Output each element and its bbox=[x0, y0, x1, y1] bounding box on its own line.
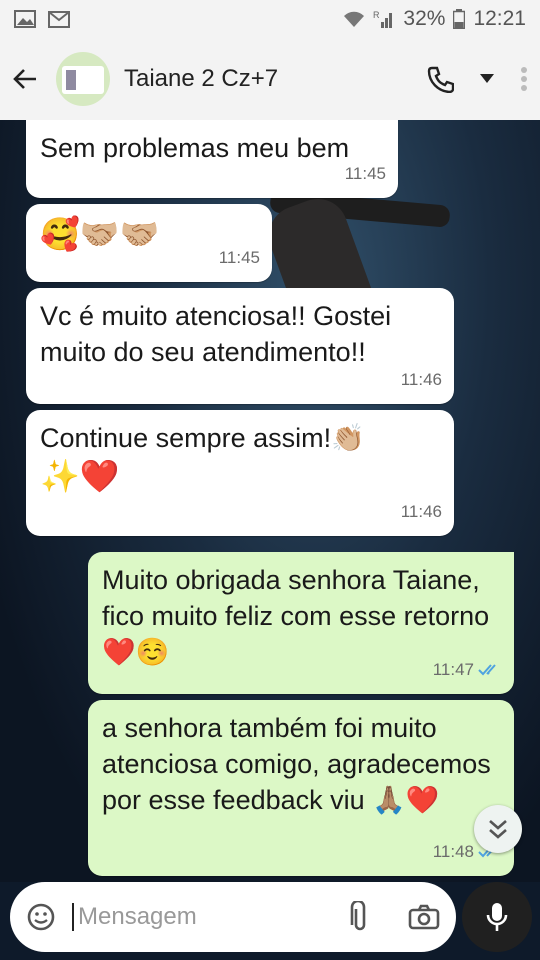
message-incoming[interactable]: Vc é muito atenciosa!! Gostei muito do s… bbox=[26, 288, 454, 404]
message-text: a senhora também foi muito atenciosa com… bbox=[102, 713, 491, 815]
more-options-icon[interactable] bbox=[520, 66, 528, 92]
wifi-icon bbox=[343, 10, 365, 28]
double-chevron-down-icon bbox=[488, 818, 508, 840]
read-ticks-icon bbox=[478, 663, 502, 677]
battery-icon bbox=[453, 9, 466, 29]
message-incoming[interactable]: Sem problemas meu bem 11:45 bbox=[26, 120, 398, 198]
message-time: 11:46 bbox=[400, 502, 442, 521]
message-time: 11:46 bbox=[400, 370, 442, 389]
message-time: 11:47 bbox=[432, 660, 474, 679]
voice-record-button[interactable] bbox=[462, 882, 532, 952]
message-composer bbox=[10, 882, 456, 952]
message-outgoing[interactable]: Muito obrigada senhora Taiane, fico muit… bbox=[88, 552, 514, 694]
scroll-to-bottom-button[interactable] bbox=[474, 805, 522, 853]
message-input[interactable] bbox=[72, 903, 312, 931]
camera-icon[interactable] bbox=[408, 904, 440, 930]
clock: 12:21 bbox=[473, 7, 526, 30]
message-time: 11:45 bbox=[218, 248, 260, 267]
status-bar: R 32% 12:21 bbox=[0, 0, 540, 38]
svg-text:R: R bbox=[373, 10, 380, 20]
back-arrow-icon[interactable] bbox=[12, 67, 38, 91]
signal-icon: R bbox=[373, 10, 395, 28]
message-outgoing[interactable]: a senhora também foi muito atenciosa com… bbox=[88, 700, 514, 876]
chat-area[interactable]: Sem problemas meu bem 11:45 🥰🤝🏼🤝🏼 11:45 … bbox=[0, 120, 540, 882]
contact-avatar[interactable] bbox=[56, 52, 110, 106]
message-text: Muito obrigada senhora Taiane, fico muit… bbox=[102, 565, 490, 667]
message-time: 11:48 bbox=[432, 842, 474, 861]
message-incoming[interactable]: Continue sempre assim!👏🏼 ✨❤️ 11:46 bbox=[26, 410, 454, 536]
message-text: Continue sempre assim!👏🏼 bbox=[40, 423, 365, 453]
gmail-notification-icon bbox=[48, 10, 70, 28]
gallery-notification-icon bbox=[14, 10, 36, 28]
message-text: Vc é muito atenciosa!! Gostei muito do s… bbox=[40, 301, 392, 367]
message-text: Sem problemas meu bem bbox=[40, 133, 350, 163]
battery-percent: 32% bbox=[403, 7, 446, 30]
message-incoming[interactable]: 🥰🤝🏼🤝🏼 11:45 bbox=[26, 204, 272, 282]
emoji-sticker-icon[interactable] bbox=[26, 902, 56, 932]
dropdown-caret-icon[interactable] bbox=[480, 74, 494, 84]
attach-paperclip-icon[interactable] bbox=[350, 901, 370, 933]
contact-name[interactable]: Taiane 2 Cz+7 bbox=[124, 65, 278, 93]
phone-call-icon[interactable] bbox=[426, 65, 454, 93]
message-time: 11:45 bbox=[344, 164, 386, 183]
microphone-icon bbox=[486, 901, 508, 933]
message-text: 🥰🤝🏼🤝🏼 bbox=[40, 216, 160, 252]
chat-header: Taiane 2 Cz+7 bbox=[0, 38, 540, 120]
message-text-line2: ✨❤️ bbox=[40, 458, 120, 494]
